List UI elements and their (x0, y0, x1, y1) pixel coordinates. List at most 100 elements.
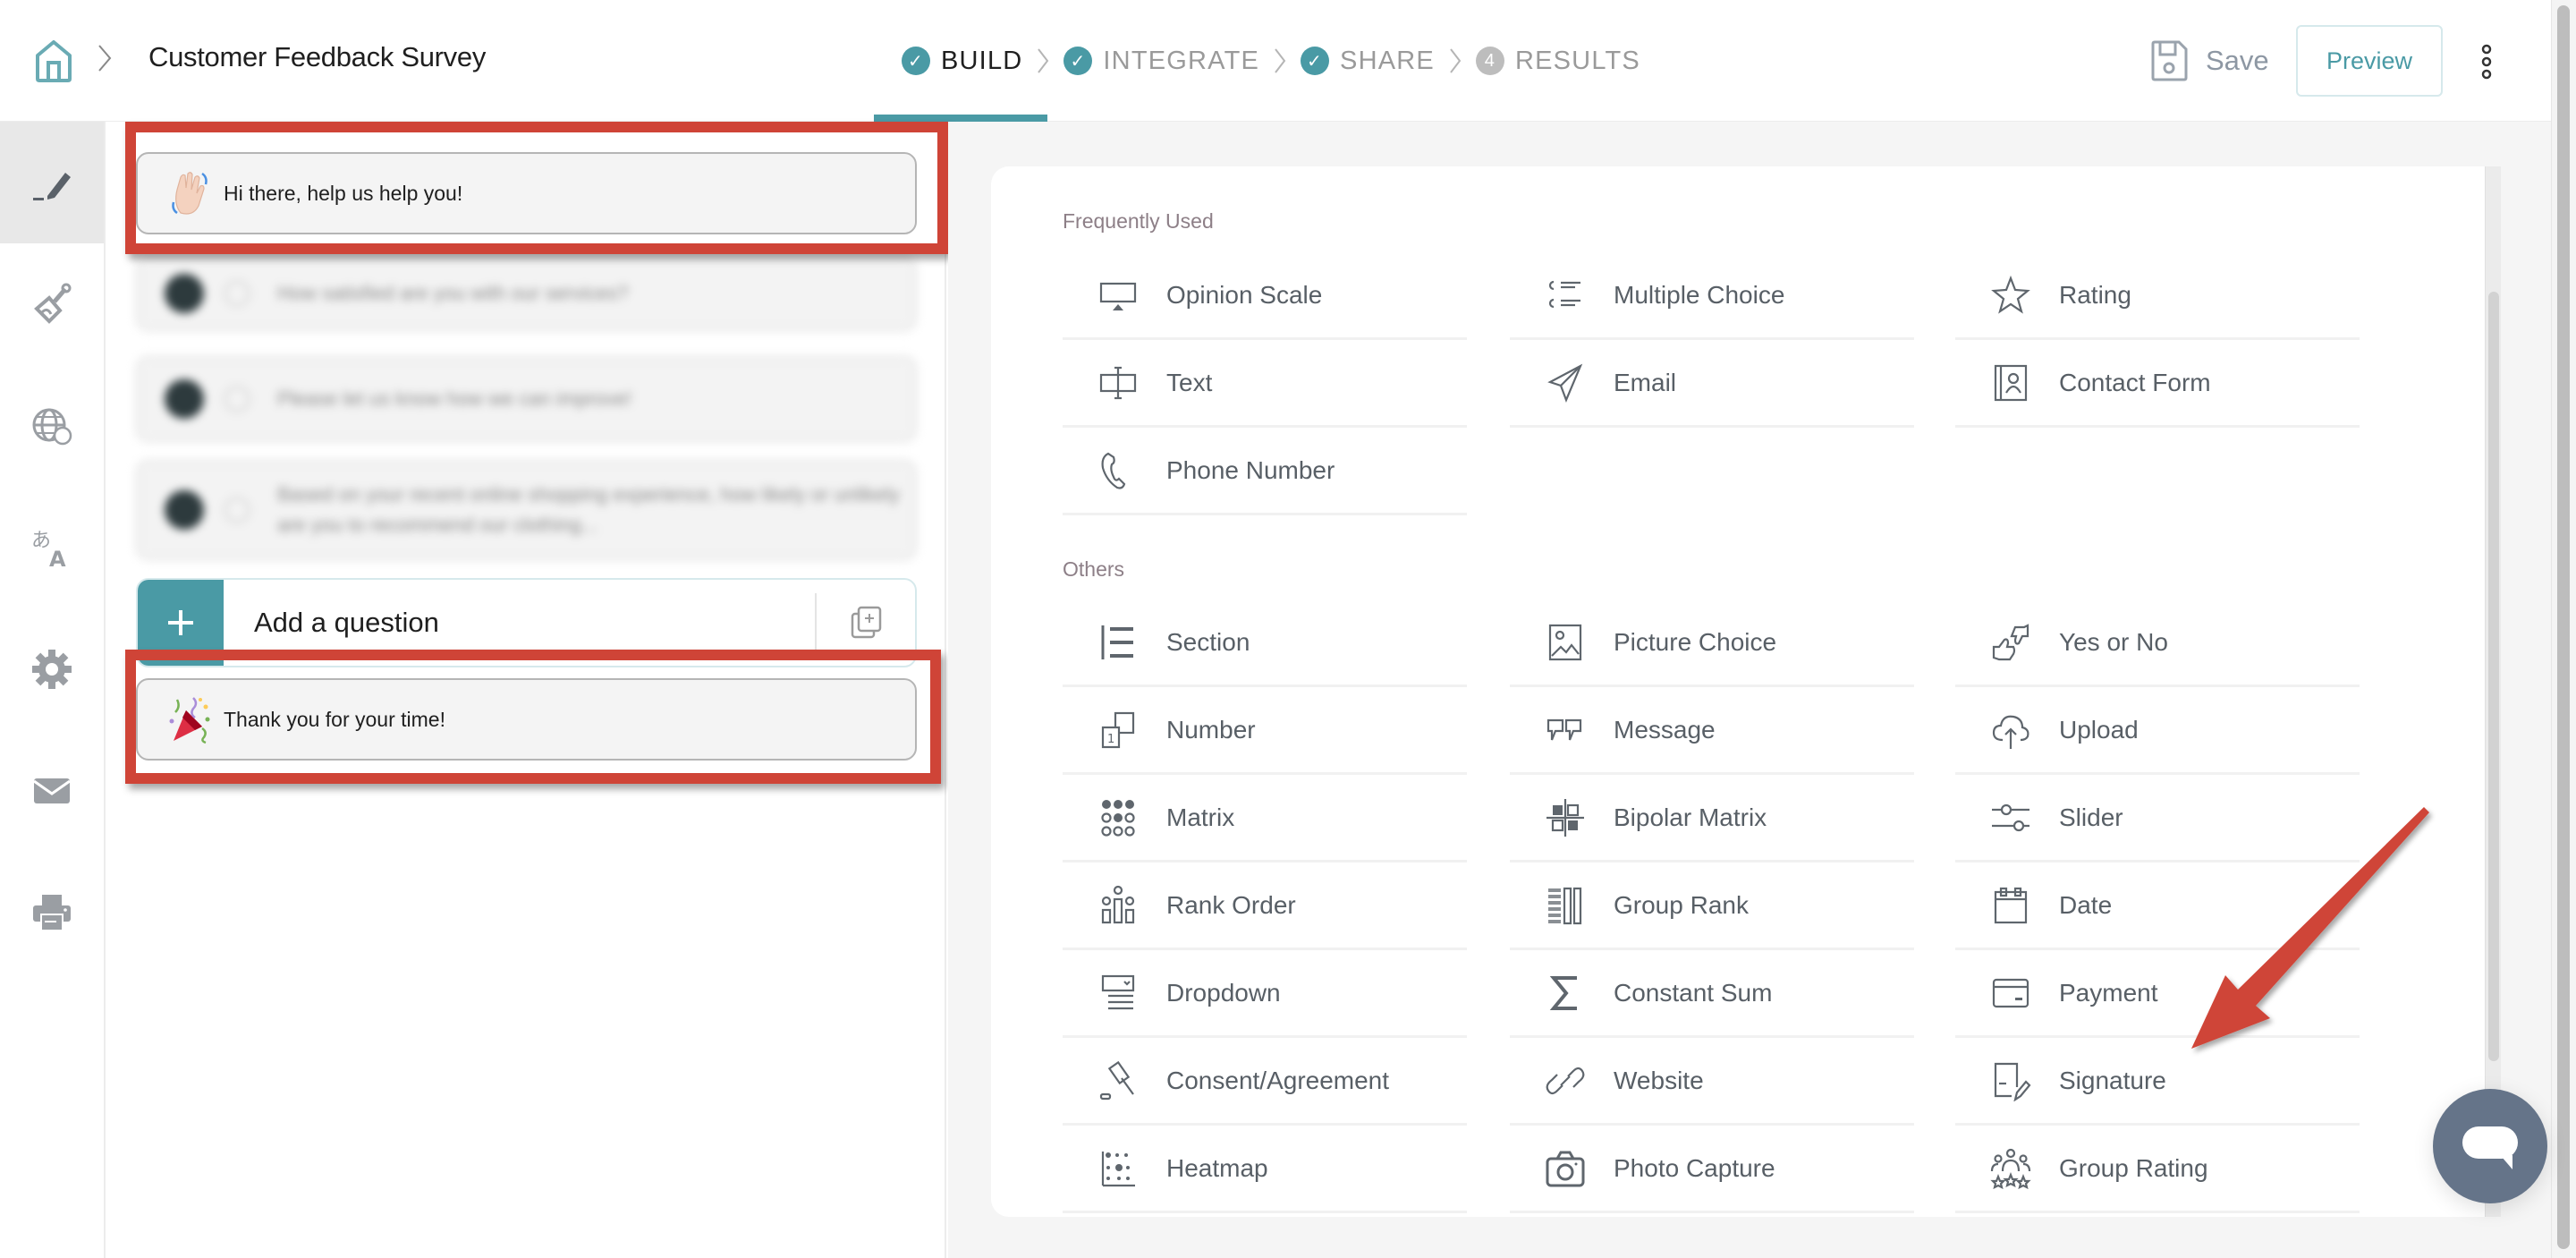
question-type-label: Group Rating (2059, 1153, 2208, 1182)
question-type-text[interactable]: Text (1063, 340, 1467, 428)
paint-brush-icon (34, 283, 72, 324)
heatmap-icon (1095, 1148, 1141, 1189)
question-type-bipolar-matrix[interactable]: Bipolar Matrix (1510, 775, 1914, 863)
question-text: How satisfied are you with our services? (277, 282, 629, 304)
question-type-signature[interactable]: Signature (1955, 1038, 2360, 1126)
question-type-yes-or-no[interactable]: Yes or No (1955, 599, 2360, 687)
section-icon (1095, 622, 1141, 663)
question-type-constant-sum[interactable]: Constant Sum (1510, 950, 1914, 1038)
question-type-label: Website (1614, 1066, 1704, 1094)
survey-title[interactable]: Customer Feedback Survey (148, 41, 486, 73)
calendar-icon (1987, 885, 2034, 926)
camera-icon (1542, 1148, 1589, 1189)
step-share[interactable]: ✓ SHARE (1301, 47, 1435, 76)
question-card[interactable]: Based on your recent online shopping exp… (136, 460, 917, 560)
page-scrollbar-thumb[interactable] (2557, 5, 2570, 1249)
thank-you-text: Thank you for your time! (224, 707, 445, 731)
svg-text:1: 1 (1107, 733, 1114, 746)
rail-item-translate[interactable]: あA (0, 487, 104, 608)
page-scrollbar[interactable] (2551, 0, 2576, 1258)
question-card[interactable]: How satisfied are you with our services? (136, 256, 917, 331)
question-type-phone-number[interactable]: Phone Number (1063, 428, 1467, 515)
question-type-multiple-choice[interactable]: Multiple Choice (1510, 252, 1914, 340)
add-question-label[interactable]: Add a question (254, 607, 815, 639)
rail-item-theme[interactable] (0, 243, 104, 365)
home-icon[interactable] (34, 39, 73, 82)
rail-item-build[interactable] (0, 122, 104, 243)
question-card[interactable]: Please let us know how we can improve! (136, 356, 917, 442)
check-icon: ✓ (1063, 47, 1093, 75)
plus-icon (168, 610, 193, 635)
thank-you-card[interactable]: Thank you for your time! (136, 678, 917, 761)
question-type-payment[interactable]: Payment (1955, 950, 2360, 1038)
add-question-bar: Add a question (136, 578, 917, 667)
question-type-rank-order[interactable]: Rank Order (1063, 863, 1467, 950)
welcome-card[interactable]: Hi there, help us help you! (136, 152, 917, 234)
question-type-photo-capture[interactable]: Photo Capture (1510, 1126, 1914, 1213)
question-type-dropdown[interactable]: Dropdown (1063, 950, 1467, 1038)
rank-order-icon (1095, 885, 1141, 926)
number-icon: 1 (1095, 710, 1141, 751)
question-type-contact-form[interactable]: Contact Form (1955, 340, 2360, 428)
question-type-date[interactable]: Date (1955, 863, 2360, 950)
question-type-upload[interactable]: Upload (1955, 687, 2360, 775)
question-type-group-rank[interactable]: Group Rank (1510, 863, 1914, 950)
question-type-area: Frequently Used Opinion Scale Multiple Ch… (948, 122, 2551, 1258)
pen-icon (33, 173, 71, 200)
question-type-heatmap[interactable]: Heatmap (1063, 1126, 1467, 1213)
save-button[interactable]: Save (2150, 39, 2269, 82)
svg-text:A: A (49, 547, 66, 570)
rail-item-languages[interactable] (0, 365, 104, 487)
step-build[interactable]: ✓ BUILD (902, 47, 1022, 76)
step-chevron-icon (1259, 47, 1301, 74)
add-question-button[interactable] (138, 580, 224, 666)
panel-scrollbar-thumb[interactable] (2488, 292, 2499, 1061)
welcome-text: Hi there, help us help you! (224, 181, 463, 205)
question-text: Please let us know how we can improve! (277, 387, 632, 410)
chat-support-button[interactable] (2433, 1089, 2547, 1203)
step-chevron-icon (1435, 47, 1476, 74)
step-results[interactable]: 4 RESULTS (1475, 47, 1640, 76)
cloud-upload-icon (1987, 710, 2034, 751)
top-header: Customer Feedback Survey ✓ BUILD ✓ INTEG… (0, 0, 2576, 122)
question-type-section[interactable]: Section (1063, 599, 1467, 687)
rail-item-print[interactable] (0, 852, 104, 973)
question-type-rating[interactable]: Rating (1955, 252, 2360, 340)
question-type-group-rating[interactable]: Group Rating (1955, 1126, 2360, 1213)
question-type-number[interactable]: 1 Number (1063, 687, 1467, 775)
more-options-icon[interactable] (2478, 43, 2496, 81)
question-number-dot (165, 274, 204, 313)
question-number-dot (165, 379, 204, 419)
waving-hand-icon (168, 168, 213, 218)
question-type-label: Heatmap (1166, 1153, 1268, 1182)
question-type-matrix[interactable]: Matrix (1063, 775, 1467, 863)
rail-item-settings[interactable] (0, 608, 104, 730)
sigma-icon (1542, 973, 1589, 1014)
question-type-label: Contact Form (2059, 368, 2211, 396)
add-from-library-button[interactable] (815, 593, 915, 652)
question-type-slider[interactable]: Slider (1955, 775, 2360, 863)
opinion-scale-icon (1095, 275, 1141, 316)
question-type-label: Consent/Agreement (1166, 1066, 1390, 1094)
question-type-website[interactable]: Website (1510, 1038, 1914, 1126)
step-navigation: ✓ BUILD ✓ INTEGRATE ✓ SHARE 4 RESULTS (902, 39, 1640, 82)
question-type-picture-choice[interactable]: Picture Choice (1510, 599, 1914, 687)
question-type-consent-agreement[interactable]: Consent/Agreement (1063, 1038, 1467, 1126)
step-integrate[interactable]: ✓ INTEGRATE (1063, 47, 1259, 76)
question-type-message[interactable]: Message (1510, 687, 1914, 775)
question-type-email[interactable]: Email (1510, 340, 1914, 428)
breadcrumb-chevron-icon (97, 43, 113, 73)
question-type-icon (224, 280, 250, 307)
question-type-label: Group Rank (1614, 890, 1749, 919)
picture-icon (1542, 622, 1589, 663)
question-type-label: Slider (2059, 803, 2123, 831)
rail-item-email[interactable] (0, 730, 104, 852)
question-type-label: Picture Choice (1614, 627, 1777, 656)
panel-scrollbar[interactable] (2485, 166, 2501, 1217)
contact-card-icon (1987, 362, 2034, 404)
question-type-opinion-scale[interactable]: Opinion Scale (1063, 252, 1467, 340)
check-icon: ✓ (1301, 47, 1330, 75)
thumbs-up-down-icon (1987, 622, 2034, 663)
preview-button[interactable]: Preview (2296, 25, 2443, 97)
frequently-used-heading: Frequently Used (1063, 209, 1214, 233)
